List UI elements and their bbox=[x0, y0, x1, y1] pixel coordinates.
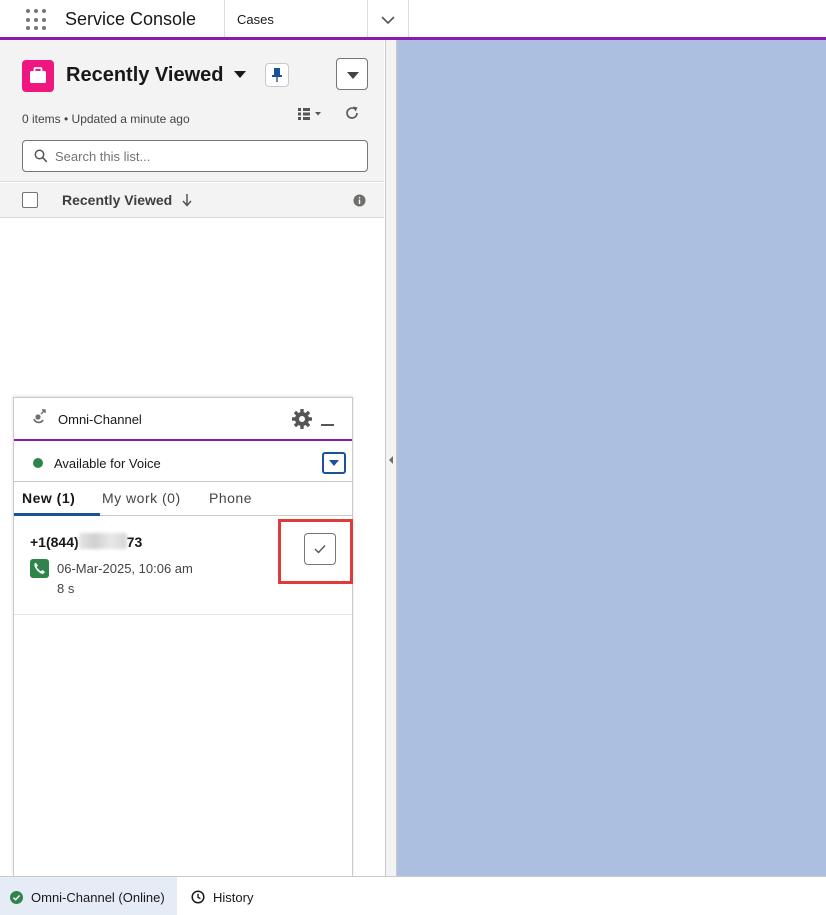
table-view-icon[interactable] bbox=[296, 106, 324, 122]
omni-channel-panel: Omni-Channel Available for Voice New (1)… bbox=[13, 397, 353, 876]
checkmark-icon bbox=[314, 545, 326, 554]
info-icon[interactable] bbox=[353, 194, 366, 207]
search-input[interactable] bbox=[55, 147, 355, 165]
nav-tab-cases[interactable]: Cases bbox=[237, 12, 274, 27]
omni-tabs: New (1) My work (0) Phone bbox=[14, 483, 352, 516]
nav-divider bbox=[224, 0, 225, 37]
table-column-header: Recently Viewed bbox=[0, 183, 384, 218]
status-indicator bbox=[33, 458, 43, 468]
call-timestamp: 06-Mar-2025, 10:06 am bbox=[57, 561, 193, 576]
phone-icon bbox=[30, 559, 49, 578]
arrow-down-icon[interactable] bbox=[181, 192, 193, 208]
app-name: Service Console bbox=[65, 9, 197, 29]
list-view-header: Recently Viewed 0 items • Updated a minu… bbox=[0, 40, 384, 182]
global-header: Service Console Cases bbox=[0, 0, 826, 40]
pin-button[interactable] bbox=[265, 63, 289, 87]
redacted-digits bbox=[78, 533, 127, 549]
panel-splitter[interactable] bbox=[385, 40, 397, 876]
call-duration: 8 s bbox=[57, 581, 75, 596]
briefcase-icon bbox=[22, 60, 54, 92]
work-item[interactable]: +1(844) 73 06-Mar-2025, 10:06 am 8 s bbox=[14, 517, 353, 615]
list-view-title[interactable]: Recently Viewed bbox=[66, 64, 223, 87]
omni-channel-title: Omni-Channel bbox=[58, 412, 142, 427]
accept-button[interactable] bbox=[304, 533, 336, 565]
select-all-checkbox[interactable] bbox=[22, 192, 38, 208]
caller-number: +1(844) 73 bbox=[30, 533, 142, 550]
gear-icon[interactable] bbox=[291, 408, 313, 430]
caret-down-icon[interactable] bbox=[234, 71, 246, 78]
column-header-recently-viewed[interactable]: Recently Viewed bbox=[62, 192, 172, 208]
caller-number-prefix: +1(844) bbox=[30, 534, 79, 550]
caller-number-suffix: 73 bbox=[126, 534, 143, 550]
collapse-left-icon[interactable] bbox=[389, 456, 393, 464]
utility-bar: Omni-Channel (Online) History bbox=[0, 876, 826, 915]
utility-history-label: History bbox=[213, 890, 254, 905]
tab-my-work[interactable]: My work (0) bbox=[102, 483, 202, 516]
clock-icon bbox=[191, 890, 205, 904]
list-view-meta: 0 items • Updated a minute ago bbox=[22, 112, 190, 126]
utility-omni-channel-label: Omni-Channel (Online) bbox=[31, 890, 165, 905]
refresh-icon[interactable] bbox=[343, 104, 361, 122]
tab-phone[interactable]: Phone bbox=[209, 483, 269, 516]
presence-status: Available for Voice bbox=[54, 456, 161, 471]
workspace-area bbox=[397, 40, 826, 876]
minimize-icon[interactable] bbox=[321, 424, 334, 426]
online-check-icon bbox=[10, 891, 23, 904]
tab-new[interactable]: New (1) bbox=[14, 483, 100, 516]
status-dropdown-button[interactable] bbox=[322, 452, 346, 474]
list-view-controls-button[interactable] bbox=[336, 58, 368, 90]
omni-channel-header: Omni-Channel bbox=[14, 398, 352, 441]
pin-icon bbox=[272, 68, 282, 82]
app-launcher-icon[interactable] bbox=[26, 9, 48, 31]
search-icon bbox=[34, 149, 48, 163]
utility-history[interactable]: History bbox=[177, 877, 287, 915]
nav-divider bbox=[367, 0, 368, 37]
caret-down-icon bbox=[347, 72, 359, 79]
list-search-field[interactable] bbox=[22, 140, 368, 172]
presence-status-row: Available for Voice bbox=[14, 443, 352, 482]
utility-omni-channel[interactable]: Omni-Channel (Online) bbox=[0, 877, 177, 915]
omni-channel-icon bbox=[33, 409, 46, 424]
chevron-down-icon[interactable] bbox=[376, 9, 400, 31]
caret-down-icon bbox=[329, 460, 339, 466]
nav-divider bbox=[408, 0, 409, 37]
